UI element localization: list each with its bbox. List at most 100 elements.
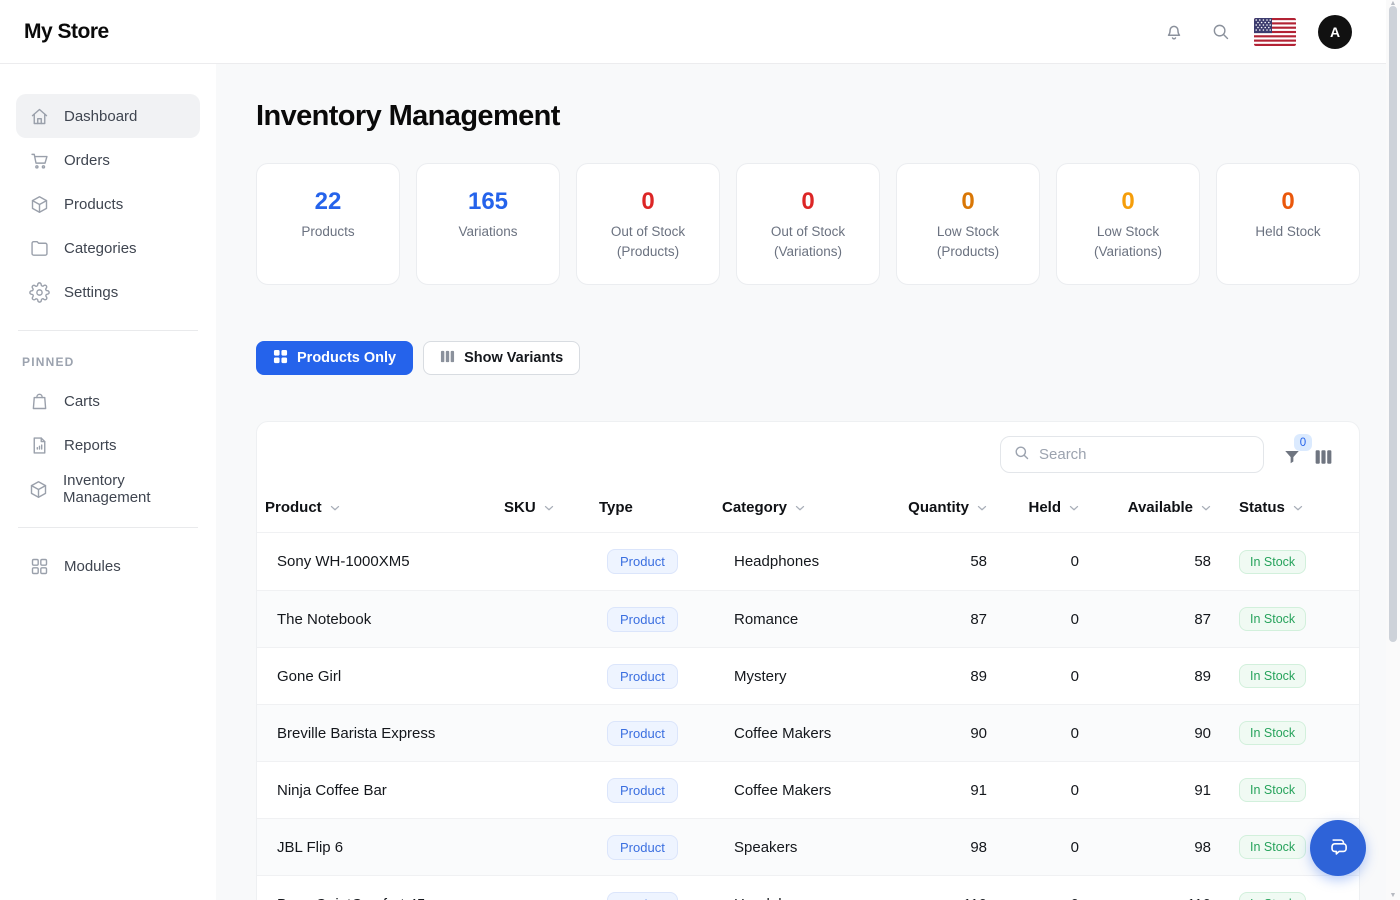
column-header-available[interactable]: Available	[1085, 499, 1217, 516]
search-input[interactable]	[1039, 446, 1251, 463]
column-header-status[interactable]: Status	[1217, 499, 1359, 516]
product-name-cell: Ninja Coffee Bar	[257, 782, 496, 799]
available-cell: 110	[1085, 896, 1217, 900]
held-cell: 0	[993, 896, 1085, 900]
chevron-down-icon	[328, 501, 342, 515]
sidebar-item-settings[interactable]: Settings	[16, 270, 200, 314]
column-header-held[interactable]: Held	[993, 499, 1085, 516]
table-row[interactable]: Breville Barista Express Product Coffee …	[257, 704, 1359, 761]
quantity-cell: 98	[906, 839, 993, 856]
table-row[interactable]: Bose QuietComfort 45 Product Headphones …	[257, 875, 1359, 900]
category-cell: Speakers	[714, 839, 906, 856]
cart-icon	[28, 149, 50, 171]
column-header-label: Available	[1128, 499, 1193, 516]
bag-icon	[28, 390, 50, 412]
sidebar-item-dashboard[interactable]: Dashboard	[16, 94, 200, 138]
column-header-category[interactable]: Category	[714, 499, 906, 516]
stat-value: 22	[267, 188, 389, 216]
main-content: Inventory Management 22 Products 165 Var…	[216, 64, 1400, 900]
available-cell: 89	[1085, 668, 1217, 685]
status-badge: In Stock	[1239, 892, 1306, 900]
category-cell: Headphones	[714, 896, 906, 900]
table-search-box[interactable]	[1000, 436, 1264, 473]
status-badge: In Stock	[1239, 550, 1306, 574]
columns-button[interactable]	[1314, 438, 1333, 471]
column-header-label: Product	[265, 499, 322, 516]
search-icon[interactable]	[1208, 20, 1232, 44]
sidebar-main: Dashboard Orders Products Categories Set…	[16, 94, 200, 314]
column-header-type[interactable]: Type	[591, 499, 714, 516]
stat-label: Products	[267, 222, 389, 242]
type-badge: Product	[607, 607, 678, 632]
table-tools: 0	[1282, 438, 1333, 471]
category-cell: Coffee Makers	[714, 725, 906, 742]
status-cell: In Stock	[1217, 721, 1359, 745]
status-badge: In Stock	[1239, 835, 1306, 859]
table-row[interactable]: JBL Flip 6 Product Speakers 98 0 98 In S…	[257, 818, 1359, 875]
sidebar-item-products[interactable]: Products	[16, 182, 200, 226]
language-flag-us[interactable]	[1254, 18, 1296, 46]
sidebar-item-label: Reports	[64, 437, 117, 454]
table-row[interactable]: Sony WH-1000XM5 Product Headphones 58 0 …	[257, 533, 1359, 590]
available-cell: 90	[1085, 725, 1217, 742]
column-header-quantity[interactable]: Quantity	[906, 499, 993, 516]
status-badge: In Stock	[1239, 721, 1306, 745]
sidebar-item-orders[interactable]: Orders	[16, 138, 200, 182]
notifications-bell-icon[interactable]	[1162, 20, 1186, 44]
page-scrollbar[interactable]: ▲ ▼	[1386, 0, 1400, 900]
stat-value: 0	[747, 188, 869, 216]
user-avatar[interactable]: A	[1318, 15, 1352, 49]
product-name-cell: Bose QuietComfort 45	[257, 896, 496, 900]
filter-button[interactable]: 0	[1282, 438, 1302, 471]
sidebar-item-label: Settings	[64, 284, 118, 301]
grid-small-icon	[273, 349, 288, 368]
category-cell: Romance	[714, 611, 906, 628]
top-bar: My Store A	[0, 0, 1400, 64]
gear-icon	[28, 281, 50, 303]
sidebar-item-inventory-management[interactable]: Inventory Management	[16, 467, 200, 511]
sidebar-item-label: Dashboard	[64, 108, 137, 125]
stat-card-low-stock-(products): 0 Low Stock (Products)	[896, 163, 1040, 285]
type-badge: Product	[607, 549, 678, 574]
grid-icon	[28, 555, 50, 577]
column-header-product[interactable]: Product	[257, 499, 496, 516]
chat-widget-button[interactable]	[1310, 820, 1366, 876]
show-variants-label: Show Variants	[464, 350, 563, 366]
stat-card-low-stock-(variations): 0 Low Stock (Variations)	[1056, 163, 1200, 285]
sidebar-item-label: Carts	[64, 393, 100, 410]
product-name-cell: JBL Flip 6	[257, 839, 496, 856]
product-name-cell: Breville Barista Express	[257, 725, 496, 742]
table-row[interactable]: Ninja Coffee Bar Product Coffee Makers 9…	[257, 761, 1359, 818]
status-badge: In Stock	[1239, 664, 1306, 688]
status-badge: In Stock	[1239, 778, 1306, 802]
filter-count-badge: 0	[1294, 434, 1312, 451]
type-badge: Product	[607, 892, 678, 900]
sidebar-item-label: Products	[64, 196, 123, 213]
sidebar-item-modules[interactable]: Modules	[16, 544, 200, 588]
column-header-label: Quantity	[908, 499, 969, 516]
held-cell: 0	[993, 668, 1085, 685]
brand-logo[interactable]: My Store	[24, 20, 109, 44]
column-header-sku[interactable]: SKU	[496, 499, 591, 516]
stat-value: 0	[1067, 188, 1189, 216]
show-variants-button[interactable]: Show Variants	[423, 341, 580, 375]
type-badge: Product	[607, 778, 678, 803]
products-only-label: Products Only	[297, 350, 396, 366]
cube-icon	[28, 193, 50, 215]
held-cell: 0	[993, 553, 1085, 570]
sidebar-item-categories[interactable]: Categories	[16, 226, 200, 270]
stat-value: 0	[907, 188, 1029, 216]
table-row[interactable]: Gone Girl Product Mystery 89 0 89 In Sto…	[257, 647, 1359, 704]
table-row[interactable]: The Notebook Product Romance 87 0 87 In …	[257, 590, 1359, 647]
status-cell: In Stock	[1217, 664, 1359, 688]
sidebar-item-reports[interactable]: Reports	[16, 423, 200, 467]
table-body: Sony WH-1000XM5 Product Headphones 58 0 …	[257, 533, 1359, 900]
products-only-button[interactable]: Products Only	[256, 341, 413, 375]
page-title: Inventory Management	[256, 100, 1360, 133]
sidebar-item-label: Orders	[64, 152, 110, 169]
scrollbar-down-arrow[interactable]: ▼	[1389, 892, 1397, 899]
held-cell: 0	[993, 611, 1085, 628]
stat-label: Low Stock (Variations)	[1067, 222, 1189, 263]
scrollbar-thumb[interactable]	[1389, 6, 1397, 642]
sidebar-item-carts[interactable]: Carts	[16, 379, 200, 423]
